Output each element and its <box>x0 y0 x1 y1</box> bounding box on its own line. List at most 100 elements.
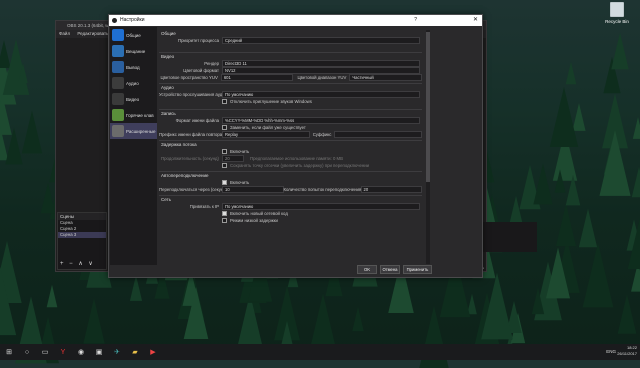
sidebar-item[interactable]: Горячие клав <box>110 107 157 123</box>
settings-sidebar: Общие Вещание Вывод Аудио Видео Горячие клав Р… <box>110 27 157 265</box>
reconnect-delay-input[interactable]: 10 <box>222 186 284 193</box>
sidebar-item-label: Общие <box>126 32 141 38</box>
new-network-code-label: Включить новый сетевой код <box>230 211 288 216</box>
ducking-checkbox[interactable] <box>222 99 227 104</box>
menu-file[interactable]: Файл <box>59 31 70 36</box>
low-latency-checkbox[interactable] <box>222 218 227 223</box>
task-view-icon[interactable]: ▭ <box>38 346 52 358</box>
settings-scrollbar[interactable] <box>426 30 430 264</box>
obs-taskbar-icon[interactable]: ◉ <box>74 346 88 358</box>
settings-title-bar: Настройки ? ✕ <box>109 15 482 26</box>
sidebar-item[interactable]: Расширенные <box>110 123 157 139</box>
delay-enable-checkbox[interactable] <box>222 149 227 154</box>
filename-input[interactable]: %CCYY-%MM-%DD %hh-%mm-%ss <box>222 117 420 124</box>
priority-label: Приоритет процесса <box>178 38 219 43</box>
close-icon[interactable]: ✕ <box>473 15 478 26</box>
language-indicator[interactable]: ENG <box>606 349 616 354</box>
delay-preserve-checkbox[interactable] <box>222 163 227 168</box>
store-icon[interactable]: ▣ <box>92 346 106 358</box>
recycle-bin-shortcut[interactable]: Recycle Bin <box>602 2 632 24</box>
sidebar-item-label: Видео <box>126 96 140 102</box>
delay-duration-input[interactable]: 20 <box>222 155 244 162</box>
wallpaper-tree <box>549 86 579 148</box>
color-range-select[interactable]: Частичный <box>349 74 422 81</box>
wallpaper-tree <box>310 293 336 347</box>
overwrite-checkbox[interactable] <box>222 125 227 130</box>
wallpaper-tree <box>599 130 631 196</box>
group-reconnect: Автопереподключение Включить Переподключ… <box>159 171 422 193</box>
group-audio: Аудио Устройство прослушивания аудио По … <box>159 83 422 105</box>
telegram-icon[interactable]: ✈ <box>110 346 124 358</box>
obs-controls-panel <box>476 222 537 252</box>
group-general: Общие Приоритет процесса Средний <box>159 30 422 44</box>
clock-date: 26/11/2017 <box>617 351 637 356</box>
sidebar-item-label: Расширенные <box>126 128 156 134</box>
media-icon[interactable]: ▶ <box>146 346 160 358</box>
yandex-browser-icon[interactable]: Y <box>56 346 70 358</box>
sidebar-item-label: Аудио <box>126 80 139 86</box>
clock[interactable]: 18:22 26/11/2017 <box>617 345 637 357</box>
wallpaper-tree <box>582 242 614 308</box>
color-format-label: Цветовой формат <box>183 68 219 73</box>
renderer-label: Рендер <box>204 61 219 66</box>
ok-button[interactable]: OK <box>357 265 377 274</box>
windows-start-icon[interactable]: ⊞ <box>2 346 16 358</box>
group-network: Сеть Привязать к IP По умолчанию Включит… <box>159 195 422 224</box>
wallpaper-tree <box>546 247 570 299</box>
reconnect-retries-label: Количество попыток переподключения <box>283 187 362 192</box>
settings-dialog: Настройки ? ✕ Общие Вещание Вывод Аудио Виде… <box>108 14 483 278</box>
bind-ip-select[interactable]: По умолчанию <box>222 203 420 210</box>
group-recording: Запись Формат имени файла %CCYY-%MM-%DD … <box>159 109 422 138</box>
wallpaper-tree <box>631 166 640 198</box>
reconnect-enable-label: Включить <box>230 180 250 185</box>
help-icon[interactable]: ? <box>414 15 417 26</box>
sidebar-item-label: Вывод <box>126 64 140 70</box>
color-format-select[interactable]: NV12 <box>222 67 420 74</box>
priority-select[interactable]: Средний <box>222 37 420 44</box>
sidebar-item-icon <box>112 29 124 41</box>
sidebar-item[interactable]: Вывод <box>110 59 157 75</box>
wallpaper-tree <box>627 209 640 269</box>
cancel-button[interactable]: Отмена <box>380 265 400 274</box>
color-space-select[interactable]: 601 <box>220 74 294 81</box>
reconnect-enable-checkbox[interactable] <box>222 180 227 185</box>
folder-icon[interactable]: ▰ <box>128 346 142 358</box>
dialog-buttons: OK Отмена Применить <box>357 265 432 274</box>
wallpaper-tree <box>554 169 566 193</box>
scene-controls[interactable]: + − ∧ ∨ <box>60 260 95 267</box>
sidebar-item-icon <box>112 93 124 105</box>
sidebar-item[interactable]: Аудио <box>110 75 157 91</box>
menu-edit[interactable]: Редактировать <box>77 31 108 36</box>
delay-preserve-label: Сохранять точку отсечки (увеличить задер… <box>230 163 370 168</box>
scene-item-selected[interactable]: Сцена 3 <box>58 232 106 238</box>
wallpaper-tree <box>5 127 23 165</box>
reconnect-retries-input[interactable]: 20 <box>360 186 422 193</box>
wallpaper-tree <box>21 110 43 154</box>
prefix-input[interactable]: Replay <box>222 131 310 138</box>
scenes-panel: Сцены Сцена Сцена 2 Сцена 3 + − ∧ ∨ <box>57 212 107 270</box>
suffix-input[interactable] <box>334 131 422 138</box>
wallpaper-tree <box>129 275 143 301</box>
apply-button[interactable]: Применить <box>403 265 432 274</box>
wallpaper-tree <box>83 298 105 344</box>
suffix-label: Суффикс <box>312 132 332 137</box>
wallpaper-tree <box>578 208 598 248</box>
settings-title: Настройки <box>120 17 145 23</box>
sidebar-item-icon <box>112 109 124 121</box>
sidebar-item[interactable]: Видео <box>110 91 157 107</box>
wallpaper-tree <box>565 174 581 206</box>
wallpaper-tree <box>611 32 629 70</box>
new-network-code-checkbox[interactable] <box>222 211 227 216</box>
sidebar-item-icon <box>112 77 124 89</box>
renderer-select[interactable]: Direct3D 11 <box>222 60 420 67</box>
sidebar-item[interactable]: Вещание <box>110 43 157 59</box>
prefix-label: Префикс имени файла повтора <box>159 132 223 137</box>
search-icon[interactable]: ○ <box>20 346 34 358</box>
sidebar-item-icon <box>112 61 124 73</box>
wallpaper-tree <box>533 163 553 205</box>
reconnect-delay-label: Переподключаться через (секунд) <box>159 187 228 192</box>
wallpaper-tree <box>531 287 545 315</box>
scrollbar-thumb[interactable] <box>426 32 430 182</box>
sidebar-item[interactable]: Общие <box>110 27 157 43</box>
audio-device-select[interactable]: По умолчанию <box>222 91 420 98</box>
